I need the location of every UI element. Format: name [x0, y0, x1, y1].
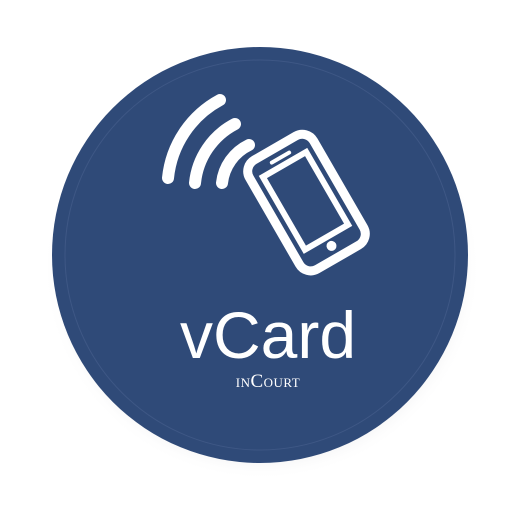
- badge-graphic: [44, 47, 480, 480]
- vcard-badge: vCard inCourt: [0, 0, 512, 512]
- brand-subtitle: inCourt: [235, 371, 301, 392]
- brand-title: vCard: [179, 298, 357, 372]
- badge-disc: [52, 47, 468, 463]
